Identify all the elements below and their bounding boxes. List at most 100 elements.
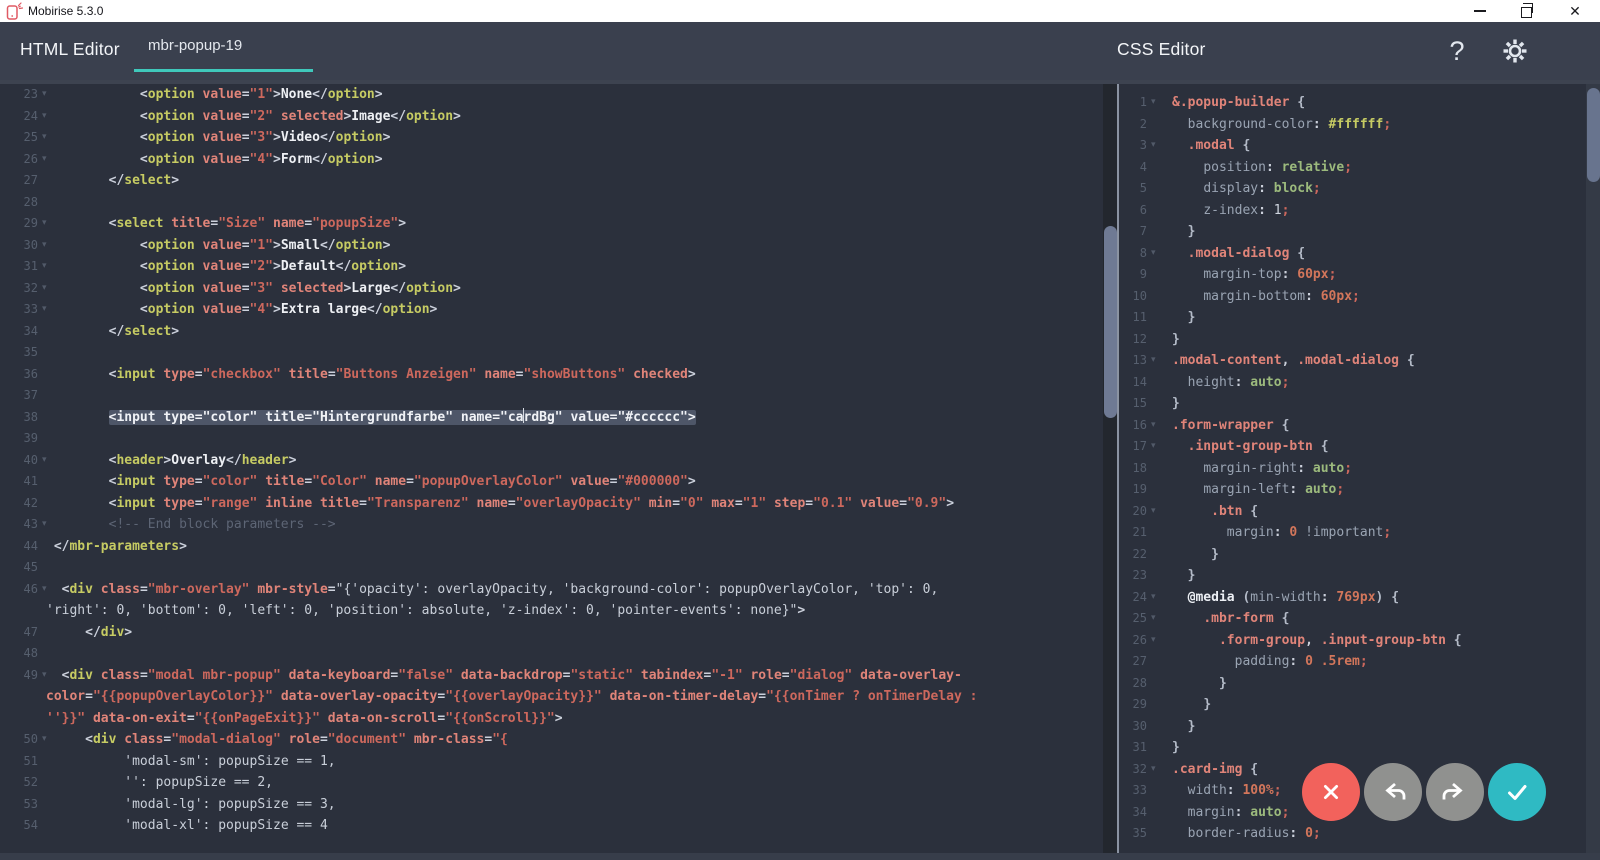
close-window-button[interactable]: ✕ <box>1558 0 1592 22</box>
code-line[interactable]: 54 'modal-xl': popupSize == 4 <box>0 815 1103 837</box>
code-line[interactable]: 20▾ .btn { <box>1119 501 1586 523</box>
code-line[interactable]: 52 '': popupSize == 2, <box>0 772 1103 794</box>
code-line[interactable]: 8▾ .modal-dialog { <box>1119 243 1586 265</box>
minimize-button[interactable] <box>1463 0 1497 22</box>
code-line[interactable]: 18 margin-right: auto; <box>1119 458 1586 480</box>
code-line[interactable]: 23 } <box>1119 565 1586 587</box>
code-line[interactable]: 24▾ @media (min-width: 769px) { <box>1119 587 1586 609</box>
code-line[interactable]: 2 background-color: #ffffff; <box>1119 114 1586 136</box>
code-line[interactable]: 5 display: block; <box>1119 178 1586 200</box>
code-line[interactable]: 6 z-index: 1; <box>1119 200 1586 222</box>
fold-arrow-icon[interactable]: ▾ <box>1151 630 1156 652</box>
fold-arrow-icon[interactable]: ▾ <box>42 127 47 149</box>
code-line[interactable]: 49▾ <div class="modal mbr-popup" data-ke… <box>0 665 1103 730</box>
code-line[interactable]: 28 <box>0 192 1103 214</box>
code-line[interactable]: 21 margin: 0 !important; <box>1119 522 1586 544</box>
code-line[interactable]: 34 </select> <box>0 321 1103 343</box>
code-line[interactable]: 46▾ <div class="mbr-overlay" mbr-style="… <box>0 579 1103 622</box>
code-line[interactable]: 31▾ <option value="2">Default</option> <box>0 256 1103 278</box>
fold-arrow-icon[interactable]: ▾ <box>1151 243 1156 265</box>
code-line[interactable]: 30▾ <option value="1">Small</option> <box>0 235 1103 257</box>
fold-arrow-icon[interactable]: ▾ <box>1151 415 1156 437</box>
code-line[interactable]: 14 height: auto; <box>1119 372 1586 394</box>
code-line[interactable]: 25▾ .mbr-form { <box>1119 608 1586 630</box>
code-line[interactable]: 9 margin-top: 60px; <box>1119 264 1586 286</box>
tab-mbr-popup-19[interactable]: mbr-popup-19 <box>134 22 313 72</box>
code-line[interactable]: 16▾.form-wrapper { <box>1119 415 1586 437</box>
fold-arrow-icon[interactable]: ▾ <box>1151 350 1156 372</box>
code-line[interactable]: 32▾ <option value="3" selected>Large</op… <box>0 278 1103 300</box>
code-line[interactable]: 40▾ <header>Overlay</header> <box>0 450 1103 472</box>
code-line[interactable]: 19 margin-left: auto; <box>1119 479 1586 501</box>
code-line[interactable]: 48 <box>0 643 1103 665</box>
css-editor-scrollbar-thumb[interactable] <box>1587 88 1600 182</box>
code-line[interactable]: 36 <input type="checkbox" title="Buttons… <box>0 364 1103 386</box>
fold-arrow-icon[interactable]: ▾ <box>1151 135 1156 157</box>
fold-arrow-icon[interactable]: ▾ <box>1151 436 1156 458</box>
css-code-editor[interactable]: 1▾&.popup-builder {2 background-color: #… <box>1119 84 1586 853</box>
fold-arrow-icon[interactable]: ▾ <box>42 299 47 321</box>
code-line[interactable]: 30 } <box>1119 716 1586 738</box>
code-line[interactable]: 35 border-radius: 0; <box>1119 823 1586 845</box>
fold-arrow-icon[interactable]: ▾ <box>1151 587 1156 609</box>
code-line[interactable]: 27 </select> <box>0 170 1103 192</box>
code-line[interactable]: 1▾&.popup-builder { <box>1119 92 1586 114</box>
fold-arrow-icon[interactable]: ▾ <box>1151 501 1156 523</box>
code-line[interactable]: 11 } <box>1119 307 1586 329</box>
code-line[interactable]: 23▾ <option value="1">None</option> <box>0 84 1103 106</box>
code-line[interactable]: 51 'modal-sm': popupSize == 1, <box>0 751 1103 773</box>
code-line[interactable]: 35 <box>0 342 1103 364</box>
fold-arrow-icon[interactable]: ▾ <box>42 149 47 171</box>
undo-button[interactable] <box>1364 763 1422 821</box>
code-line[interactable]: 13▾.modal-content, .modal-dialog { <box>1119 350 1586 372</box>
help-button[interactable]: ? <box>1440 31 1474 71</box>
code-line[interactable]: 41 <input type="color" title="Color" nam… <box>0 471 1103 493</box>
css-editor-scrollbar-track[interactable] <box>1586 80 1600 860</box>
fold-arrow-icon[interactable]: ▾ <box>1151 608 1156 630</box>
code-line[interactable]: 42 <input type="range" inline title="Tra… <box>0 493 1103 515</box>
code-line[interactable]: 45 <box>0 557 1103 579</box>
fold-arrow-icon[interactable]: ▾ <box>42 729 47 751</box>
code-line[interactable]: 31} <box>1119 737 1586 759</box>
html-code-editor[interactable]: 23▾ <option value="1">None</option>24▾ <… <box>0 84 1103 853</box>
code-line[interactable]: 33▾ <option value="4">Extra large</optio… <box>0 299 1103 321</box>
code-line[interactable]: 17▾ .input-group-btn { <box>1119 436 1586 458</box>
code-line[interactable]: 38 <input type="color" title="Hintergrun… <box>0 407 1103 429</box>
fold-arrow-icon[interactable]: ▾ <box>1151 759 1156 781</box>
code-line[interactable]: 28 } <box>1119 673 1586 695</box>
code-line[interactable]: 37 <box>0 385 1103 407</box>
restore-button[interactable] <box>1510 0 1544 22</box>
settings-button[interactable] <box>1496 32 1534 70</box>
code-line[interactable]: 3▾ .modal { <box>1119 135 1586 157</box>
code-line[interactable]: 44 </mbr-parameters> <box>0 536 1103 558</box>
code-line[interactable]: 26▾ .form-group, .input-group-btn { <box>1119 630 1586 652</box>
code-line[interactable]: 39 <box>0 428 1103 450</box>
fold-arrow-icon[interactable]: ▾ <box>42 579 47 601</box>
code-line[interactable]: 29▾ <select title="Size" name="popupSize… <box>0 213 1103 235</box>
fold-arrow-icon[interactable]: ▾ <box>42 514 47 536</box>
fold-arrow-icon[interactable]: ▾ <box>42 235 47 257</box>
code-line[interactable]: 47 </div> <box>0 622 1103 644</box>
apply-button[interactable] <box>1488 763 1546 821</box>
fold-arrow-icon[interactable]: ▾ <box>42 450 47 472</box>
code-line[interactable]: 4 position: relative; <box>1119 157 1586 179</box>
code-line[interactable]: 50▾ <div class="modal-dialog" role="docu… <box>0 729 1103 751</box>
code-line[interactable]: 15} <box>1119 393 1586 415</box>
fold-arrow-icon[interactable]: ▾ <box>42 84 47 106</box>
code-line[interactable]: 25▾ <option value="3">Video</option> <box>0 127 1103 149</box>
code-line[interactable]: 22 } <box>1119 544 1586 566</box>
fold-arrow-icon[interactable]: ▾ <box>42 278 47 300</box>
html-editor-scrollbar-thumb[interactable] <box>1104 226 1117 418</box>
code-line[interactable]: 12} <box>1119 329 1586 351</box>
code-line[interactable]: 27 padding: 0 .5rem; <box>1119 651 1586 673</box>
fold-arrow-icon[interactable]: ▾ <box>42 106 47 128</box>
code-line[interactable]: 43▾ <!-- End block parameters --> <box>0 514 1103 536</box>
fold-arrow-icon[interactable]: ▾ <box>42 665 47 687</box>
cancel-button[interactable] <box>1302 763 1360 821</box>
fold-arrow-icon[interactable]: ▾ <box>42 256 47 278</box>
fold-arrow-icon[interactable]: ▾ <box>1151 92 1156 114</box>
fold-arrow-icon[interactable]: ▾ <box>42 213 47 235</box>
code-line[interactable]: 7 } <box>1119 221 1586 243</box>
code-line[interactable]: 10 margin-bottom: 60px; <box>1119 286 1586 308</box>
html-editor-scrollbar-track[interactable] <box>1103 80 1117 860</box>
